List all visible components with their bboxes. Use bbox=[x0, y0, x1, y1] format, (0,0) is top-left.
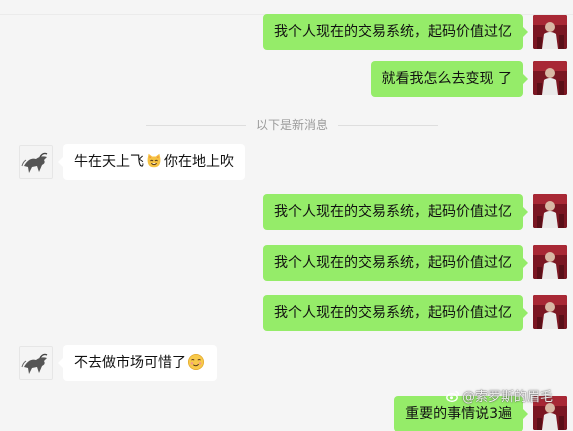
self-avatar-image-icon bbox=[533, 295, 567, 329]
new-messages-divider: 以下是新消息 bbox=[0, 117, 573, 133]
cat-face-icon bbox=[147, 153, 161, 168]
message-bubble-other[interactable]: 牛在天上飞 你在地上吹 bbox=[58, 144, 245, 180]
message-bubble-other[interactable]: 不去做市场可惜了 bbox=[58, 345, 217, 381]
chat-window: 我个人现在的交易系统，起码价值过亿 就看我怎么去变现 了 以下是新消息 牛在天上… bbox=[0, 0, 573, 431]
ink-horse-avatar-icon bbox=[20, 146, 52, 178]
message-text: 你在地上吹 bbox=[164, 154, 234, 170]
weibo-logo-icon bbox=[446, 390, 459, 402]
self-avatar[interactable] bbox=[533, 15, 567, 49]
contact-avatar[interactable] bbox=[19, 346, 53, 380]
ink-horse-avatar-icon bbox=[20, 347, 52, 379]
divider-line-right bbox=[338, 125, 438, 126]
message-bubble-self[interactable]: 我个人现在的交易系统，起码价值过亿 bbox=[263, 194, 528, 230]
self-avatar-image-icon bbox=[533, 194, 567, 228]
message-bubble-self[interactable]: 我个人现在的交易系统，起码价值过亿 bbox=[263, 14, 528, 50]
watermark-text: @索罗斯的眉毛 bbox=[462, 390, 554, 405]
contact-avatar[interactable] bbox=[19, 145, 53, 179]
divider-label: 以下是新消息 bbox=[256, 118, 329, 132]
self-avatar-image-icon bbox=[533, 61, 567, 95]
self-avatar[interactable] bbox=[533, 245, 567, 279]
smirk-face-icon bbox=[187, 353, 205, 371]
self-avatar-image-icon bbox=[533, 245, 567, 279]
message-bubble-self[interactable]: 我个人现在的交易系统，起码价值过亿 bbox=[263, 295, 528, 331]
self-avatar[interactable] bbox=[533, 61, 567, 95]
watermark: @索罗斯的眉毛 bbox=[446, 386, 553, 405]
self-avatar[interactable] bbox=[533, 295, 567, 329]
message-bubble-self[interactable]: 就看我怎么去变现 了 bbox=[370, 61, 529, 97]
message-bubble-self[interactable]: 我个人现在的交易系统，起码价值过亿 bbox=[263, 245, 528, 281]
divider-line-left bbox=[146, 125, 246, 126]
self-avatar-image-icon bbox=[533, 15, 567, 49]
message-text: 牛在天上飞 bbox=[74, 154, 144, 170]
self-avatar[interactable] bbox=[533, 194, 567, 228]
message-text: 不去做市场可惜了 bbox=[74, 355, 186, 371]
